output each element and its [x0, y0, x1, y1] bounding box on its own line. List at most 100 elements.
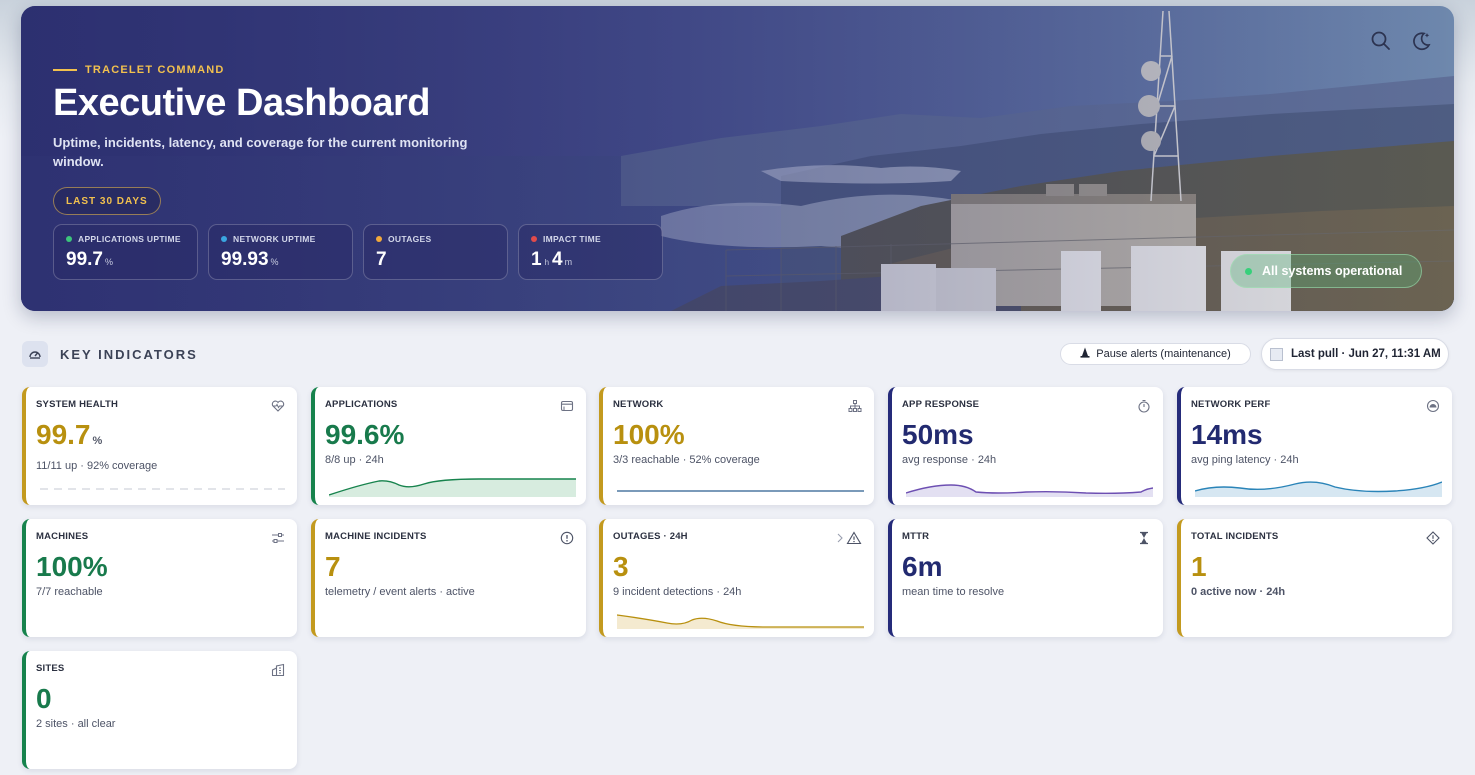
card-value: 14ms — [1191, 419, 1263, 450]
system-status-badge: All systems operational — [1230, 254, 1422, 288]
stat-unit: % — [270, 257, 279, 267]
window-icon — [560, 399, 574, 413]
card-value: 0 — [36, 683, 52, 714]
stat-value: 99.93 — [221, 249, 269, 270]
warning-icon — [836, 531, 862, 545]
sparkline — [329, 478, 576, 497]
card-network[interactable]: NETWORK 100% 3/3 reachable · 52% coverag… — [599, 387, 874, 505]
diamond-alert-icon — [1426, 531, 1440, 545]
card-title: NETWORK — [613, 399, 664, 410]
moon-icon[interactable] — [1410, 30, 1432, 52]
stat-applications-uptime: APPLICATIONS UPTIME 99.7% — [53, 224, 198, 280]
card-applications[interactable]: APPLICATIONS 99.6% 8/8 up · 24h — [311, 387, 586, 505]
card-total-incidents[interactable]: TOTAL INCIDENTS 1 0 active now · 24h — [1177, 519, 1452, 637]
card-value: 50ms — [902, 419, 974, 450]
card-subtitle: mean time to resolve — [902, 586, 1005, 598]
card-subtitle: 8/8 up · 24h — [325, 454, 384, 466]
card-title: TOTAL INCIDENTS — [1191, 531, 1279, 542]
card-value: 100% — [613, 419, 685, 450]
traffic-cone-icon — [1080, 347, 1090, 361]
page-subtitle: Uptime, incidents, latency, and coverage… — [53, 135, 468, 169]
stat-value: 99.7 — [66, 249, 103, 270]
card-title: MACHINE INCIDENTS — [325, 531, 427, 542]
building-icon — [271, 663, 285, 677]
search-icon[interactable] — [1370, 30, 1392, 52]
card-subtitle: 11/11 up · 92% coverage — [36, 460, 158, 472]
sparkline — [1195, 481, 1442, 497]
sparkline — [906, 484, 1153, 497]
card-title: MTTR — [902, 531, 930, 542]
card-subtitle: 7/7 reachable — [36, 586, 103, 598]
card-subtitle: 9 incident detections · 24h — [613, 586, 742, 598]
key-indicators-header: KEY INDICATORS — [22, 341, 198, 367]
stat-network-uptime: NETWORK UPTIME 99.93% — [208, 224, 353, 280]
time-range-button[interactable]: LAST 30 DAYS — [53, 187, 161, 215]
card-network-perf[interactable]: NETWORK PERF 14ms avg ping latency · 24h — [1177, 387, 1452, 505]
card-value: 1 — [1191, 551, 1207, 582]
stat-label: NETWORK UPTIME — [233, 234, 316, 244]
refresh-icon — [1270, 347, 1283, 361]
status-dot — [1245, 267, 1252, 275]
stat-label: OUTAGES — [388, 234, 432, 244]
stat-minutes: 4 — [552, 249, 563, 270]
network-icon — [848, 399, 862, 413]
card-value: 99.7 — [36, 419, 91, 450]
page-title: Executive Dashboard — [53, 82, 430, 124]
card-subtitle: telemetry / event alerts · active — [325, 586, 475, 598]
card-machine-incidents[interactable]: MACHINE INCIDENTS 7 telemetry / event al… — [311, 519, 586, 637]
card-app-response[interactable]: APP RESPONSE 50ms avg response · 24h — [888, 387, 1163, 505]
card-subtitle: avg ping latency · 24h — [1191, 454, 1299, 466]
card-title: NETWORK PERF — [1191, 399, 1271, 410]
card-system-health[interactable]: SYSTEM HEALTH 99.7% 11/11 up · 92% cover… — [22, 387, 297, 505]
card-title: MACHINES — [36, 531, 89, 542]
stopwatch-icon — [1137, 399, 1151, 413]
sliders-icon — [271, 531, 285, 545]
hero-banner: TRACELET COMMAND Executive Dashboard Upt… — [21, 6, 1454, 311]
eyebrow-line — [53, 69, 77, 71]
card-title: APPLICATIONS — [325, 399, 398, 410]
stat-hours: 1 — [531, 249, 542, 270]
sparkline — [617, 614, 864, 629]
card-subtitle: 3/3 reachable · 52% coverage — [613, 454, 760, 466]
gauge-icon — [22, 341, 48, 367]
card-value: 7 — [325, 551, 341, 582]
sparkline — [617, 490, 864, 492]
card-sites[interactable]: SITES 0 2 sites · all clear — [22, 651, 297, 769]
status-dot — [221, 236, 227, 242]
system-status-label: All systems operational — [1262, 264, 1403, 278]
last-pull-label: Last pull · Jun 27, 11:31 AM — [1291, 348, 1441, 360]
hourglass-icon — [1137, 531, 1151, 545]
card-value: 6m — [902, 551, 943, 582]
card-outages-24h[interactable]: OUTAGES · 24H 3 9 incident detections · … — [599, 519, 874, 637]
card-value: 99.6% — [325, 419, 405, 450]
alert-circle-icon — [560, 531, 574, 545]
card-mttr[interactable]: MTTR 6m mean time to resolve — [888, 519, 1163, 637]
stat-outages: OUTAGES 7 — [363, 224, 508, 280]
stat-hours-unit: h — [544, 258, 550, 267]
card-machines[interactable]: MACHINES 100% 7/7 reachable — [22, 519, 297, 637]
card-title: SYSTEM HEALTH — [36, 399, 119, 410]
card-title: SITES — [36, 663, 65, 674]
section-title: KEY INDICATORS — [60, 346, 198, 362]
sparkline — [40, 488, 285, 490]
card-unit: % — [92, 435, 103, 447]
card-subtitle: 0 active now · 24h — [1191, 586, 1286, 598]
stat-unit: % — [104, 257, 113, 267]
status-dot — [531, 236, 537, 242]
stat-label: IMPACT TIME — [543, 234, 601, 244]
last-pull-button[interactable]: Last pull · Jun 27, 11:31 AM — [1261, 338, 1449, 370]
pause-alerts-button[interactable]: Pause alerts (maintenance) — [1060, 343, 1251, 365]
stat-value: 7 — [376, 249, 387, 270]
card-title: OUTAGES · 24H — [613, 531, 688, 542]
pause-alerts-label: Pause alerts (maintenance) — [1096, 348, 1231, 360]
eyebrow-label: TRACELET COMMAND — [85, 64, 225, 76]
status-dot — [66, 236, 72, 242]
card-subtitle: 2 sites · all clear — [36, 718, 116, 730]
heart-pulse-icon — [271, 399, 285, 413]
card-value: 3 — [613, 551, 629, 582]
hero-eyebrow: TRACELET COMMAND — [53, 64, 225, 76]
stat-label: APPLICATIONS UPTIME — [78, 234, 181, 244]
status-dot — [376, 236, 382, 242]
card-value: 100% — [36, 551, 108, 582]
gauge-icon — [1426, 399, 1440, 413]
